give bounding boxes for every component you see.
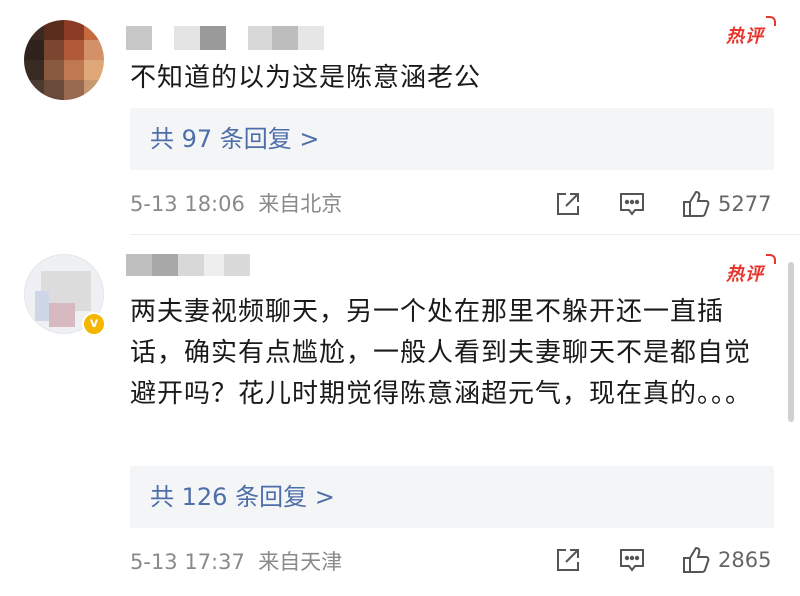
avatar[interactable] bbox=[24, 20, 104, 100]
share-icon[interactable] bbox=[552, 544, 584, 576]
like-count: 2865 bbox=[718, 548, 772, 572]
comment-actions: 2865 bbox=[552, 544, 782, 578]
hot-comment-badge: 热评 bbox=[726, 254, 776, 285]
comment-item: 热评 不知道的以为这是陈意涵老公 共 97 条回复 > 5-13 18:06 来… bbox=[0, 0, 800, 240]
comment-text: 两夫妻视频聊天，另一个处在那里不躲开还一直插话，确实有点尴尬，一般人看到夫妻聊天… bbox=[130, 297, 753, 409]
view-replies-button[interactable]: 共 126 条回复 > bbox=[130, 466, 774, 528]
comment-item: 热评 两夫妻视频聊天，另一个处在那里不躲开还一直插话，确实有点尴尬，一般人看到夫… bbox=[0, 240, 800, 596]
like-count: 5277 bbox=[718, 192, 772, 216]
username[interactable] bbox=[126, 26, 326, 50]
divider bbox=[130, 234, 800, 235]
comment-meta: 5-13 17:37 来自天津 bbox=[130, 548, 342, 576]
comment-time: 5-13 17:37 bbox=[130, 550, 245, 574]
scrollbar[interactable] bbox=[788, 262, 794, 422]
comment-time: 5-13 18:06 bbox=[130, 192, 245, 216]
share-icon[interactable] bbox=[552, 188, 584, 220]
vip-badge-icon: v bbox=[82, 312, 106, 336]
username[interactable] bbox=[126, 254, 256, 278]
comment-icon[interactable] bbox=[616, 544, 648, 576]
comment-meta: 5-13 18:06 来自北京 bbox=[130, 190, 342, 218]
comment-location: 来自北京 bbox=[258, 192, 343, 216]
thumbs-up-icon[interactable] bbox=[680, 188, 712, 220]
comment-text: 不知道的以为这是陈意涵老公 bbox=[130, 63, 482, 93]
thumbs-up-icon[interactable] bbox=[680, 544, 712, 576]
view-replies-button[interactable]: 共 97 条回复 > bbox=[130, 108, 774, 170]
comment-location: 来自天津 bbox=[258, 550, 343, 574]
comment-icon[interactable] bbox=[616, 188, 648, 220]
hot-comment-badge: 热评 bbox=[726, 16, 776, 47]
comment-actions: 5277 bbox=[552, 188, 782, 222]
